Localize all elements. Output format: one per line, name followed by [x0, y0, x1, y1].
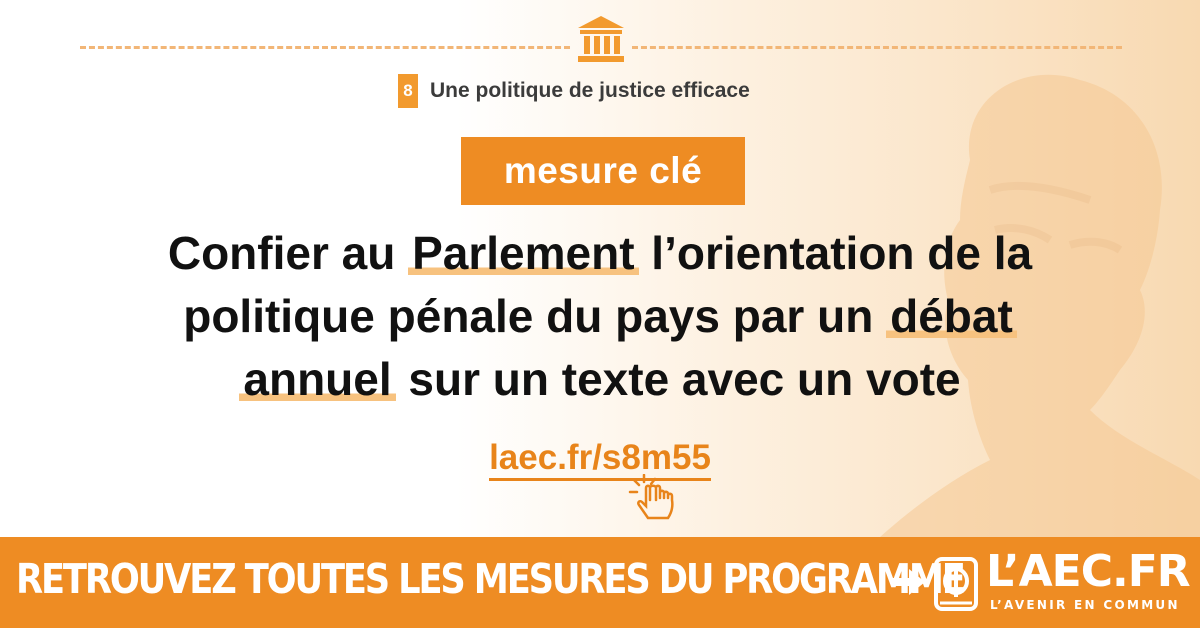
highlight-debat: débat [886, 290, 1017, 342]
headline-text: sur un texte avec un vote [395, 353, 961, 405]
highlight-parlement: Parlement [408, 227, 639, 279]
dashed-rule-right [632, 46, 1122, 49]
headline-text: Confier au [167, 227, 409, 279]
headline: Confier au Parlement l’orientation de la… [40, 222, 1160, 411]
section-number-badge: 8 [398, 74, 418, 108]
footer-cta[interactable]: RETROUVEZ TOUTES LES MESURES DU PROGRAMM… [16, 555, 966, 603]
key-measure-badge: mesure clé [461, 137, 745, 205]
section-header: 8 Une politique de justice efficace [398, 74, 750, 108]
building-columns-icon [578, 16, 624, 62]
phi-book-logo-icon [934, 557, 978, 611]
logo-subtitle: L’AVENIR EN COMMUN [990, 598, 1180, 612]
headline-text: l’orientation de la [638, 227, 1033, 279]
section-title: Une politique de justice efficace [430, 79, 750, 102]
logo-wordmark[interactable]: L’AEC.FR [986, 546, 1191, 597]
highlight-annuel: annuel [239, 353, 396, 405]
measure-link-row: laec.fr/s8m55 [0, 438, 1200, 481]
headline-text: politique pénale du pays par un [183, 290, 887, 342]
arrow-right-icon [893, 569, 925, 595]
dashed-rule-left [80, 46, 570, 49]
pointing-hand-icon [628, 474, 674, 520]
